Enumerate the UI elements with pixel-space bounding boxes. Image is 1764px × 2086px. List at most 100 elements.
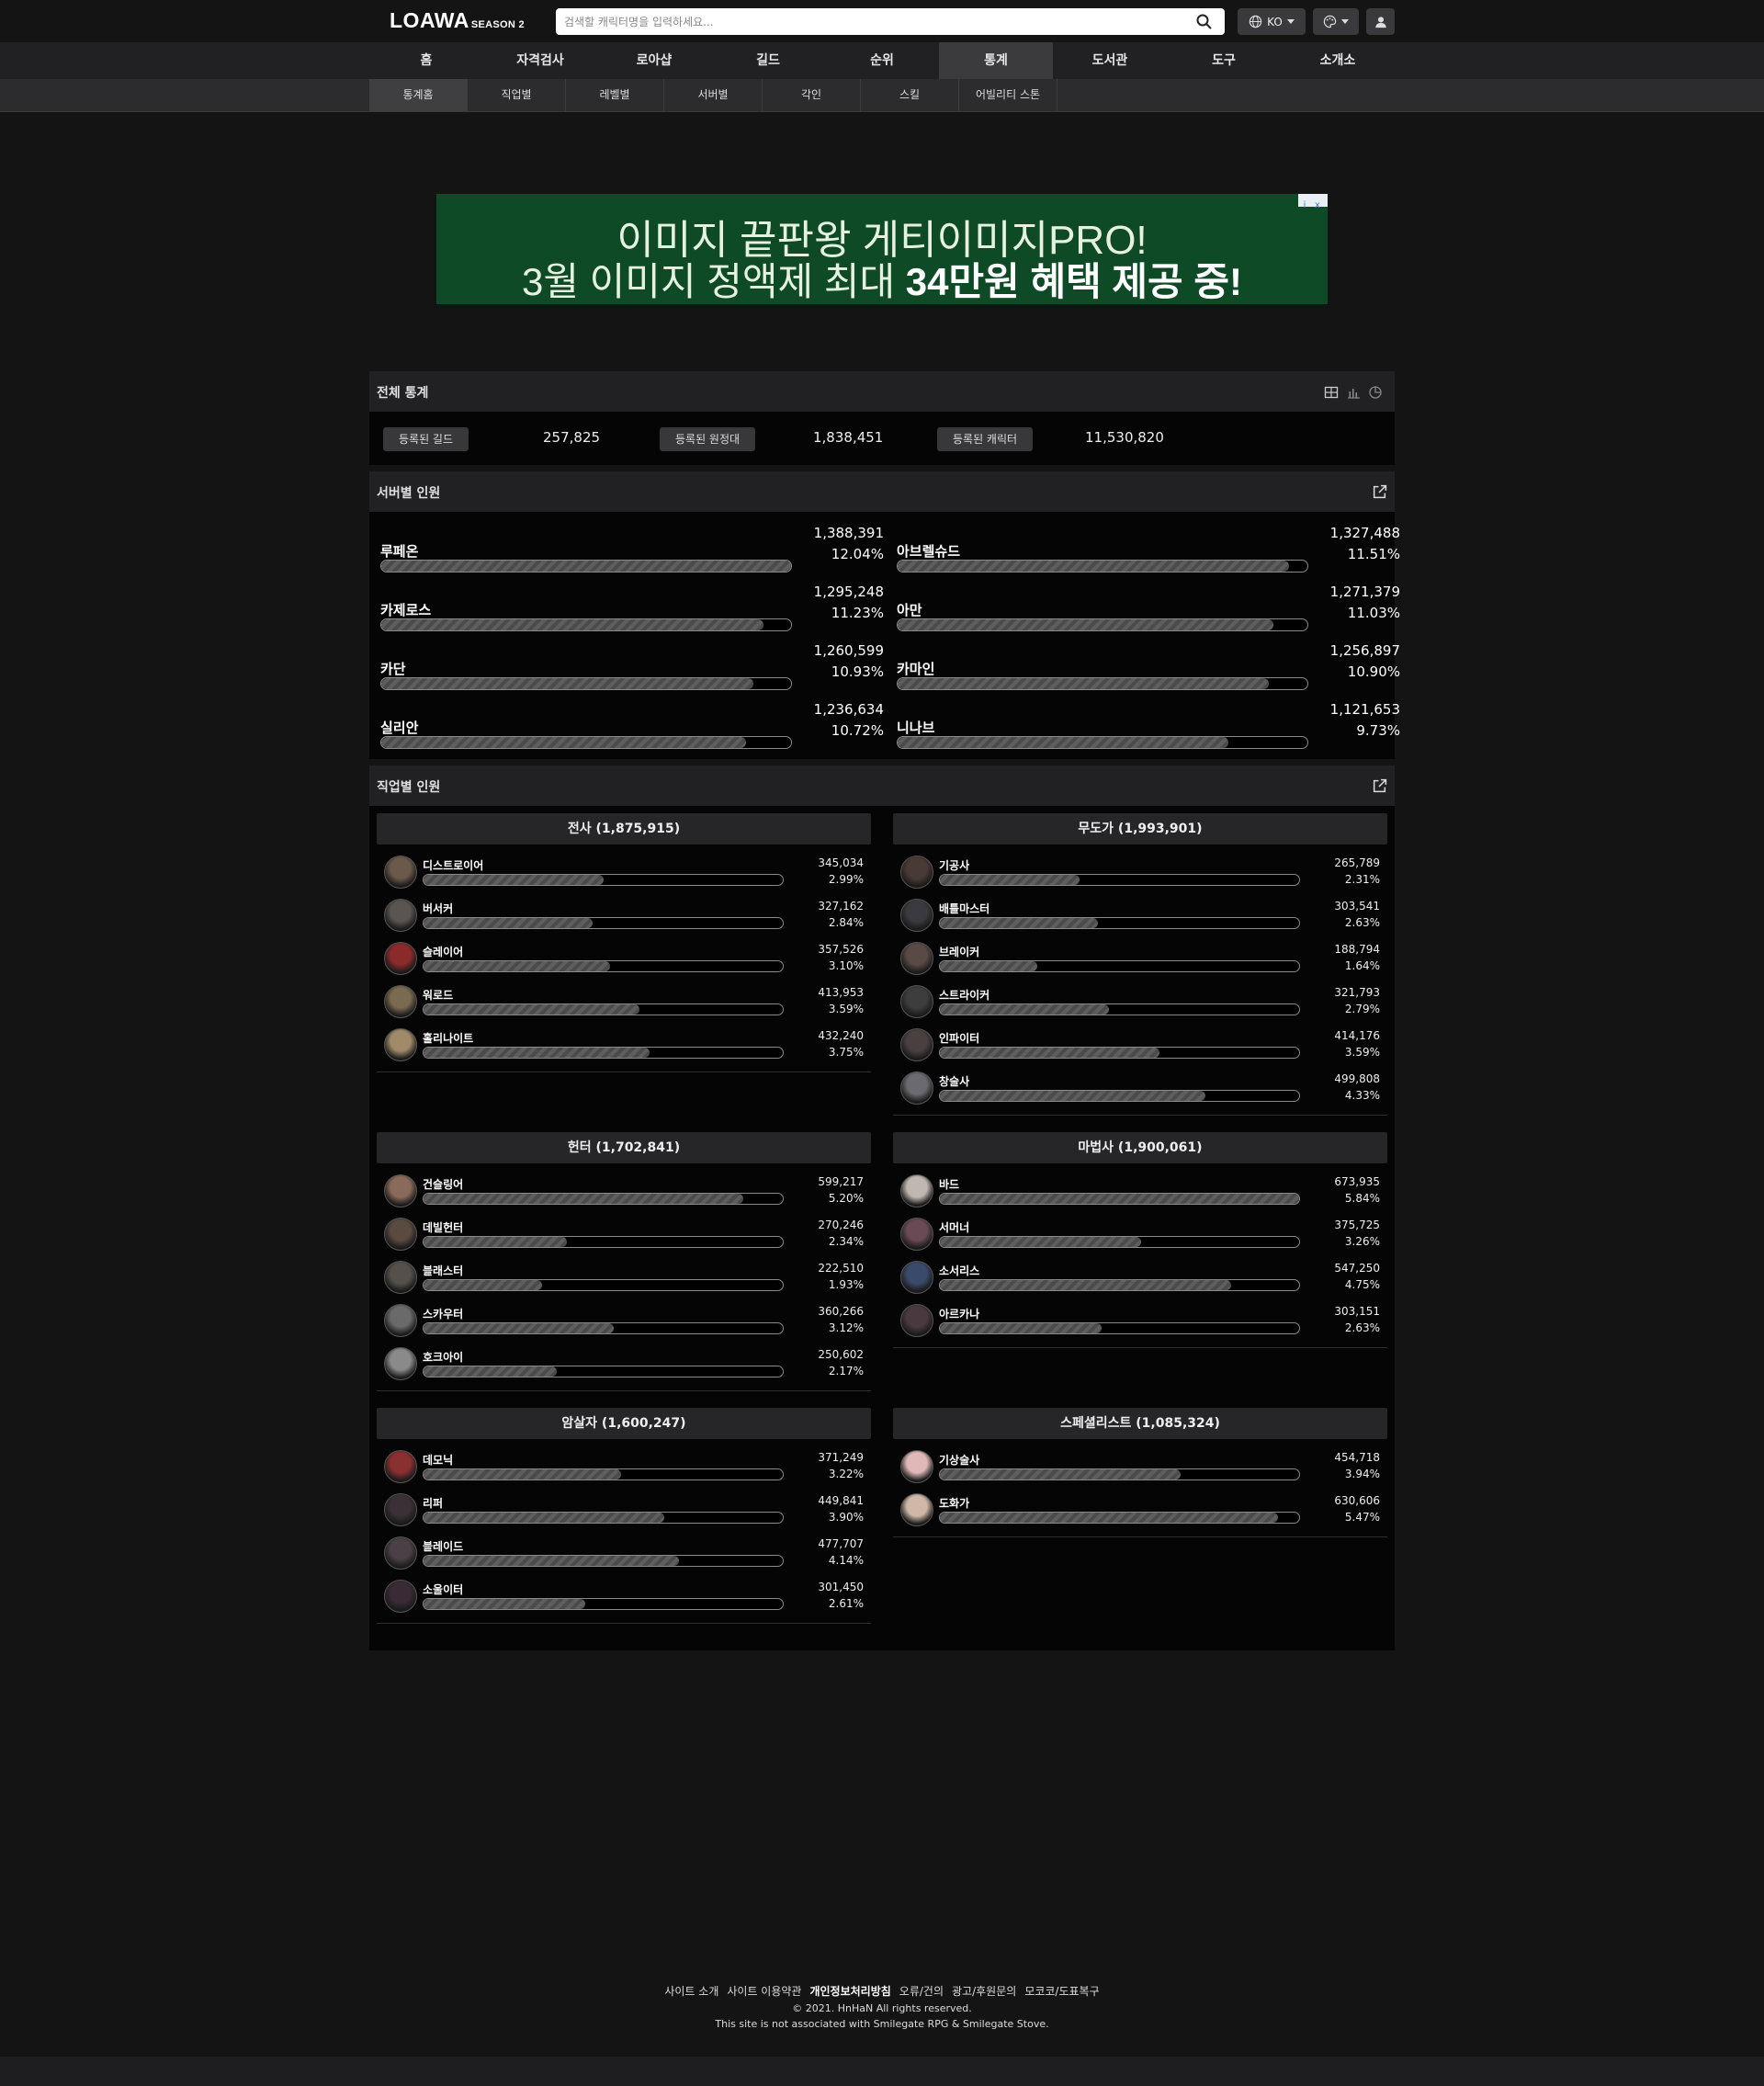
external-link-icon[interactable] [1372, 778, 1387, 794]
footer-link[interactable]: 모코코/도표복구 [1024, 1983, 1099, 1999]
class-row[interactable]: 스트라이커 321,793 2.79% [893, 980, 1387, 1023]
class-progress-fill [940, 1048, 1159, 1058]
class-progress-fill [940, 875, 1080, 885]
class-count: 188,794 [1334, 943, 1380, 956]
class-avatar [384, 1261, 417, 1294]
table-view-icon[interactable] [1324, 385, 1339, 400]
class-count: 250,602 [818, 1348, 864, 1361]
class-progress-bar [939, 960, 1300, 972]
class-row[interactable]: 인파이터 414,176 3.59% [893, 1023, 1387, 1066]
class-count: 321,793 [1334, 986, 1380, 999]
class-row[interactable]: 슬레이어 357,526 3.10% [377, 936, 871, 980]
footer-link[interactable]: 사이트 소개 [664, 1983, 718, 1999]
server-percent: 9.73% [1356, 722, 1400, 739]
search-icon[interactable] [1196, 14, 1212, 29]
site-logo[interactable]: LOAWA SEASON 2 [390, 8, 525, 33]
class-row[interactable]: 데모닉 371,249 3.22% [377, 1445, 871, 1488]
sub-nav: 통계홈 직업별 레벨별 서버별 각인 스킬 어빌리티 스톤 [0, 79, 1764, 112]
class-percent: 2.84% [828, 916, 864, 929]
class-progress-fill [424, 1048, 650, 1058]
class-name: 리퍼 [423, 1497, 444, 1510]
class-row[interactable]: 디스트로이어 345,034 2.99% [377, 850, 871, 893]
class-row[interactable]: 창술사 499,808 4.33% [893, 1066, 1387, 1109]
class-row[interactable]: 서머너 375,725 3.26% [893, 1212, 1387, 1255]
main-nav: 홈 자격검사 로아샵 길드 순위 통계 도서관 도구 소개소 [0, 42, 1764, 79]
class-row[interactable]: 아르카나 303,151 2.63% [893, 1298, 1387, 1342]
bar-chart-icon[interactable] [1346, 385, 1361, 400]
sub-nav-item[interactable]: 어빌리티 스톤 [959, 79, 1057, 111]
info-icon[interactable]: i [1298, 199, 1311, 212]
class-name: 스트라이커 [939, 989, 990, 1002]
footer-link[interactable]: 오류/건의 [899, 1983, 944, 1999]
main-nav-item[interactable]: 통계 [939, 42, 1053, 79]
class-row[interactable]: 호크아이 250,602 2.17% [377, 1342, 871, 1385]
class-percent: 4.33% [1344, 1089, 1380, 1102]
class-row[interactable]: 리퍼 449,841 3.90% [377, 1488, 871, 1531]
main-nav-item[interactable]: 도구 [1167, 42, 1281, 79]
class-row[interactable]: 기공사 265,789 2.31% [893, 850, 1387, 893]
main-nav-item[interactable]: 홈 [369, 42, 483, 79]
class-percent: 3.90% [828, 1511, 864, 1524]
class-row[interactable]: 건슬링어 599,217 5.20% [377, 1169, 871, 1212]
class-row[interactable]: 소울이터 301,450 2.61% [377, 1574, 871, 1617]
main-nav-item[interactable]: 순위 [825, 42, 939, 79]
palette-icon [1323, 15, 1337, 28]
external-link-icon[interactable] [1372, 484, 1387, 500]
class-avatar [900, 1450, 933, 1483]
main-nav-item[interactable]: 로아샵 [597, 42, 711, 79]
class-row[interactable]: 워로드 413,953 3.59% [377, 980, 871, 1023]
theme-button[interactable] [1313, 8, 1359, 35]
main-nav-item[interactable]: 도서관 [1053, 42, 1167, 79]
footer-link[interactable]: 개인정보처리방침 [809, 1983, 890, 1999]
server-progress-fill [898, 561, 1290, 572]
main-nav-item[interactable]: 길드 [711, 42, 825, 79]
sub-nav-item[interactable]: 레벨별 [566, 79, 664, 111]
class-name: 인파이터 [939, 1032, 980, 1045]
footer: 사이트 소개 사이트 이용약관 개인정보처리방침 오류/건의 광고/후원문의 모코코/도표… [0, 1983, 1764, 2030]
class-row[interactable]: 도화가 630,606 5.47% [893, 1488, 1387, 1531]
sub-nav-item[interactable]: 직업별 [468, 79, 566, 111]
pie-chart-icon[interactable] [1368, 385, 1383, 400]
class-progress-fill [424, 1323, 615, 1333]
server-stats-body: 루페온 1,388,391 12.04% 아브렐슈드 1,327,488 11.51% 카제… [369, 512, 1400, 759]
server-count: 1,256,897 [1329, 642, 1400, 659]
class-row[interactable]: 스카우터 360,266 3.12% [377, 1298, 871, 1342]
class-row[interactable]: 홀리나이트 432,240 3.75% [377, 1023, 871, 1066]
class-count: 301,450 [818, 1581, 864, 1593]
class-row[interactable]: 데빌헌터 270,246 2.34% [377, 1212, 871, 1255]
chevron-down-icon [1341, 19, 1349, 24]
character-count-label: 등록된 캐릭터 [937, 427, 1034, 451]
class-progress-fill [940, 1194, 1299, 1204]
class-row[interactable]: 버서커 327,162 2.84% [377, 893, 871, 936]
class-progress-fill [424, 1280, 543, 1290]
class-row[interactable]: 소서리스 547,250 4.75% [893, 1255, 1387, 1298]
server-progress-bar [380, 560, 792, 573]
class-row[interactable]: 브레이커 188,794 1.64% [893, 936, 1387, 980]
sub-nav-item[interactable]: 서버별 [664, 79, 763, 111]
class-row[interactable]: 바드 673,935 5.84% [893, 1169, 1387, 1212]
user-button[interactable] [1366, 8, 1395, 35]
sub-nav-item[interactable]: 각인 [763, 79, 861, 111]
class-avatar [900, 1304, 933, 1337]
search-input[interactable] [556, 8, 1181, 35]
main-nav-item[interactable]: 소개소 [1281, 42, 1395, 79]
class-progress-bar [423, 1003, 784, 1015]
class-row[interactable]: 기상술사 454,718 3.94% [893, 1445, 1387, 1488]
close-icon[interactable]: x [1311, 199, 1324, 212]
ad-choices[interactable]: ix [1298, 194, 1328, 210]
class-row[interactable]: 블레이드 477,707 4.14% [377, 1531, 871, 1574]
footer-link[interactable]: 광고/후원문의 [952, 1983, 1016, 1999]
class-row[interactable]: 배틀마스터 303,541 2.63% [893, 893, 1387, 936]
language-button[interactable]: KO [1238, 8, 1306, 35]
class-progress-bar [939, 1468, 1300, 1480]
class-avatar [900, 1261, 933, 1294]
ad-banner[interactable]: 이미지 끝판왕 게티이미지PRO! 3월 이미지 정액제 최대 34만원 혜택 … [436, 194, 1328, 304]
class-row[interactable]: 블래스터 222,510 1.93% [377, 1255, 871, 1298]
class-avatar [384, 1028, 417, 1061]
sub-nav-item[interactable]: 스킬 [861, 79, 959, 111]
sub-nav-item[interactable]: 통계홈 [369, 79, 468, 111]
server-progress-fill [898, 619, 1273, 630]
footer-link[interactable]: 사이트 이용약관 [727, 1983, 801, 1999]
class-stats-body: 전사 (1,875,915) 디스트로이어 345,034 2.99% 버서커 327,1… [369, 806, 1395, 1650]
main-nav-item[interactable]: 자격검사 [483, 42, 597, 79]
